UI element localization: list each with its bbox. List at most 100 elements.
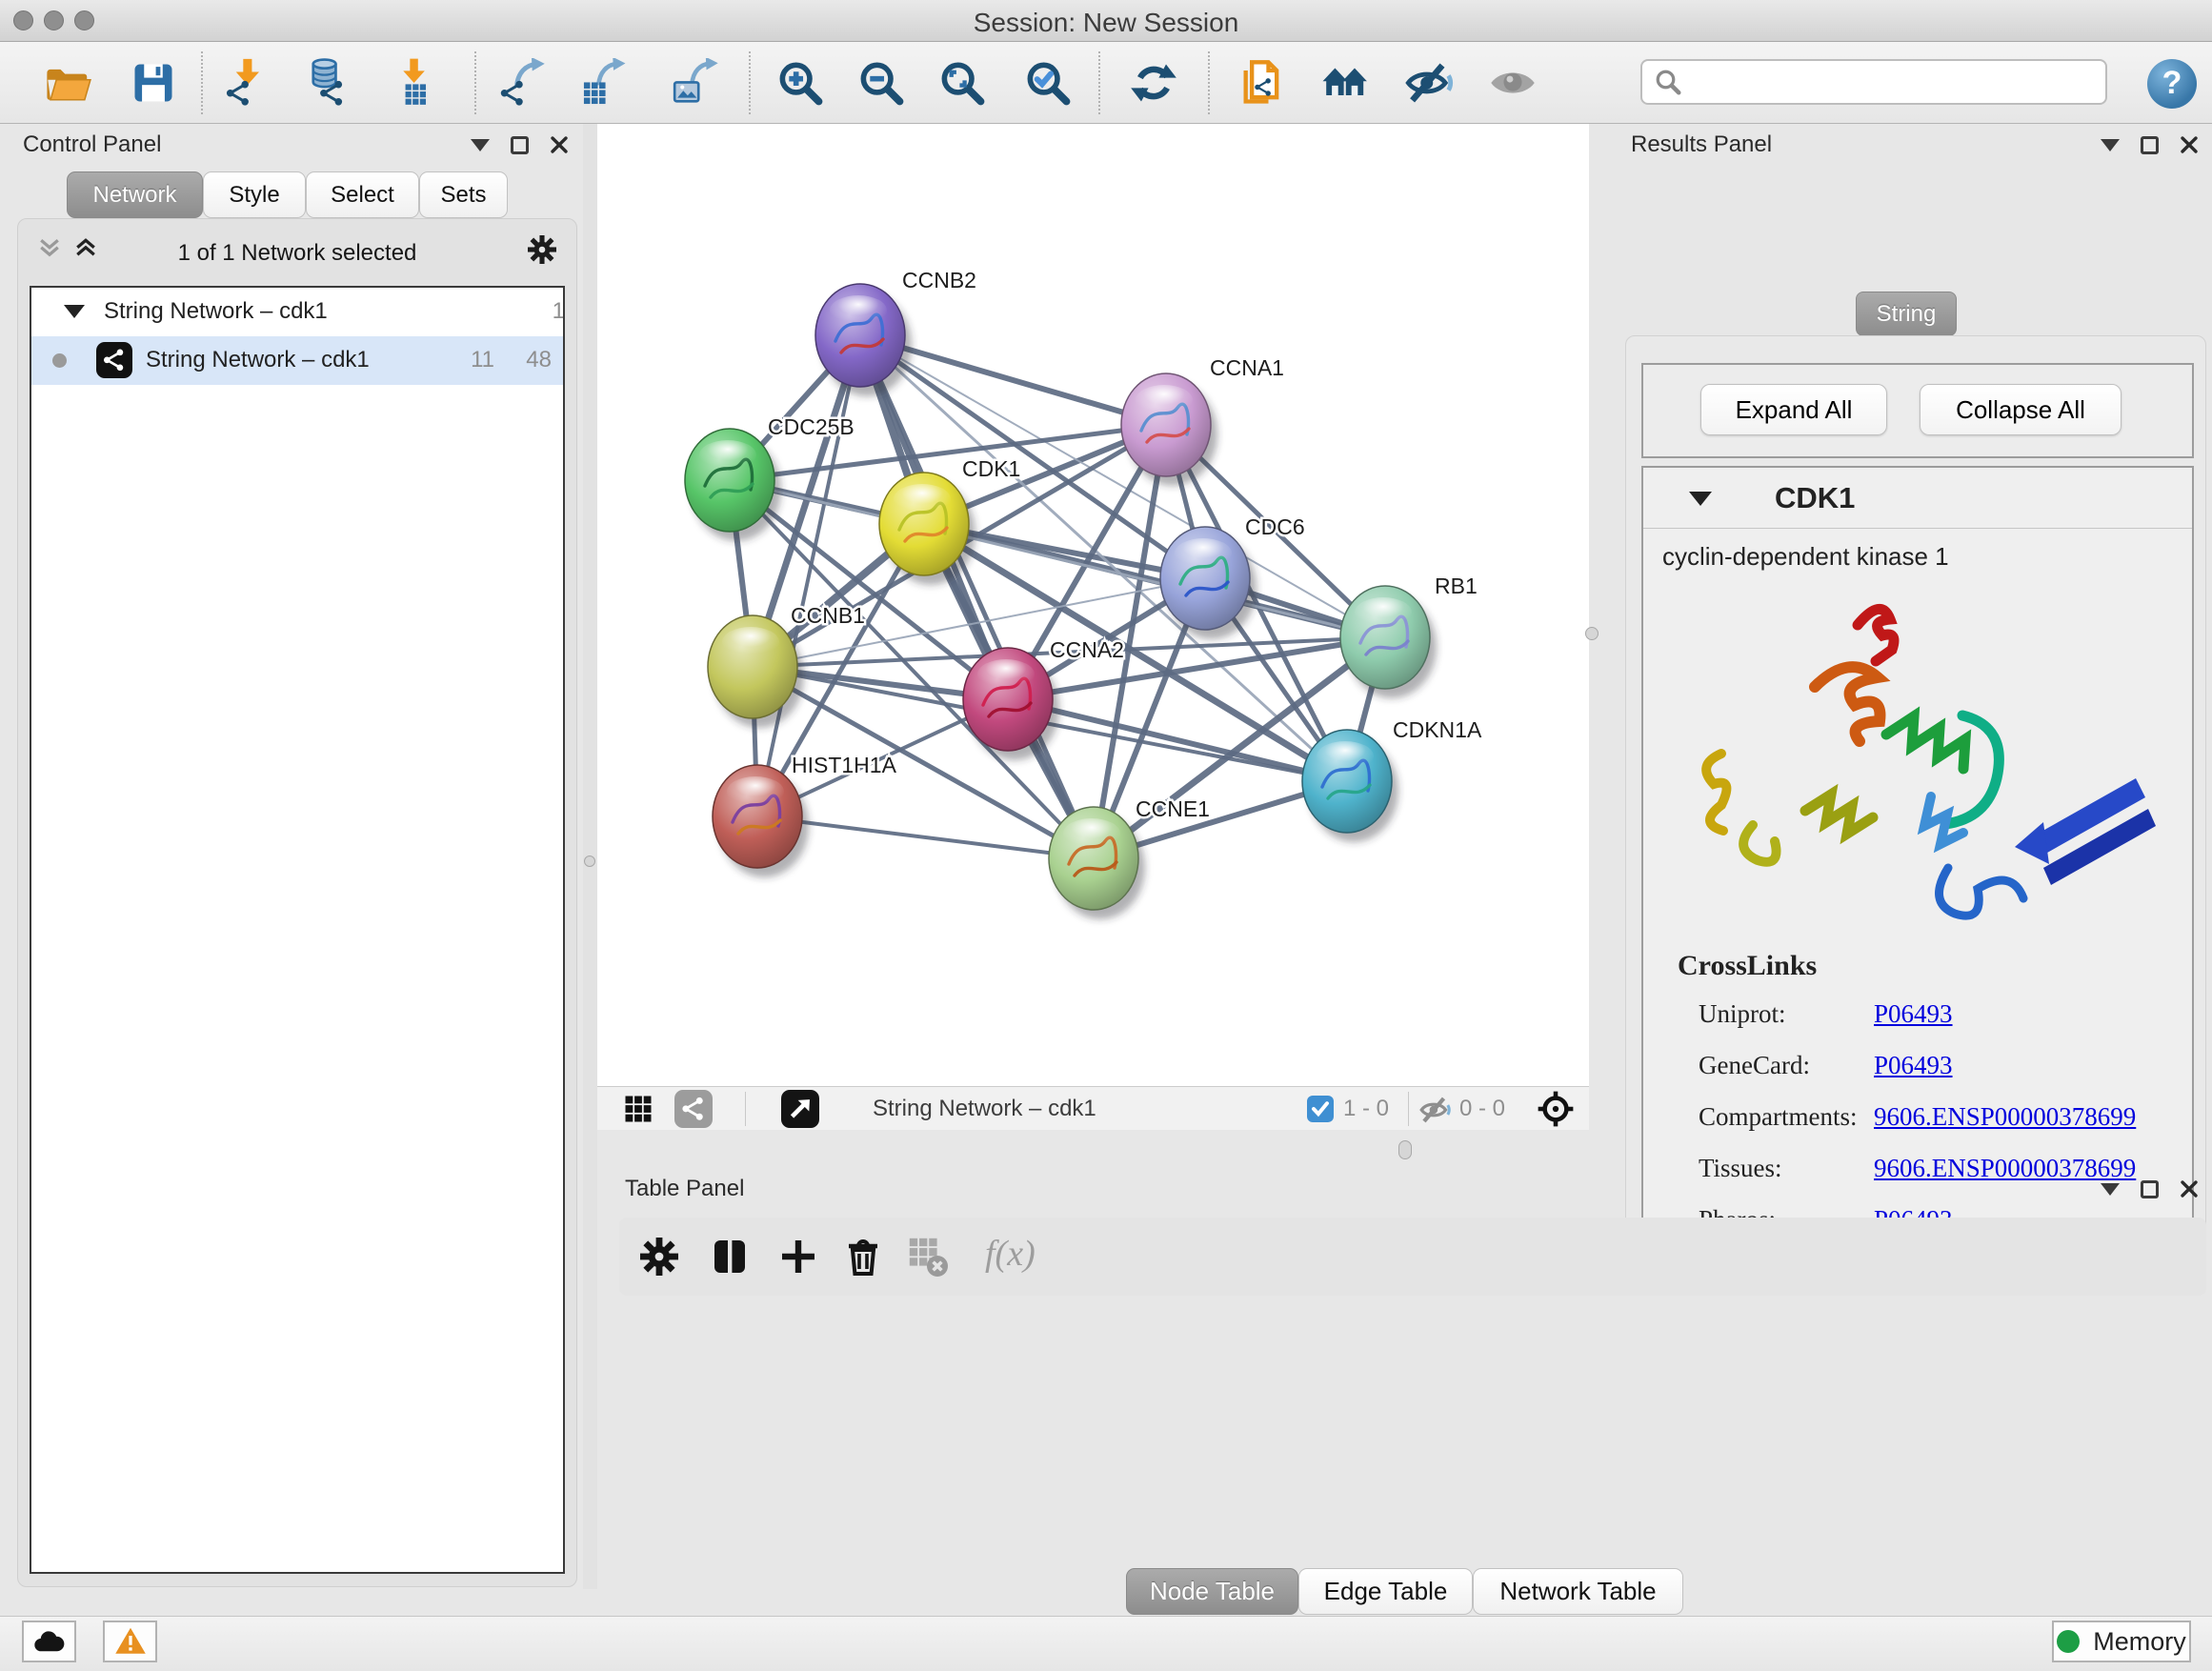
tab-edge-table[interactable]: Edge Table <box>1298 1568 1473 1615</box>
crosslink-link[interactable]: 9606.ENSP00000378699 <box>1874 1102 2136 1132</box>
string-style-button[interactable] <box>674 1090 713 1128</box>
show-selected-button[interactable] <box>1485 55 1540 111</box>
export-image-button[interactable] <box>667 55 722 111</box>
table-settings-gear-icon[interactable] <box>636 1232 686 1281</box>
cloud-status-button[interactable] <box>22 1621 76 1662</box>
import-network-file-button[interactable] <box>219 55 274 111</box>
save-session-button[interactable] <box>126 55 181 111</box>
string-network-icon <box>96 342 132 378</box>
results-panel-menu-icon[interactable] <box>2101 139 2120 151</box>
crosslink-label: Uniprot: <box>1699 999 1786 1029</box>
export-table-button[interactable] <box>575 55 631 111</box>
network-edge-count: 48 <box>508 347 552 373</box>
network-view-toolbar: String Network – cdk1 1 - 0 0 - 0 <box>597 1086 1589 1130</box>
import-table-file-button[interactable] <box>387 55 442 111</box>
warnings-button[interactable] <box>103 1621 157 1662</box>
table-panel: Table Panel f(x) shared namenamecanonica… <box>614 1170 2212 1616</box>
memory-button[interactable]: Memory <box>2052 1621 2191 1662</box>
network-list: String Network – cdk1 1 String Network –… <box>30 286 565 1574</box>
crosshair-icon[interactable] <box>1536 1089 1576 1129</box>
help-glyph: ? <box>2162 65 2182 101</box>
node-label-CCNA1: CCNA1 <box>1210 355 1284 380</box>
delete-column-icon[interactable] <box>840 1232 890 1281</box>
add-column-icon[interactable] <box>775 1232 825 1281</box>
network-selection-summary: 1 of 1 Network selected <box>18 240 576 267</box>
table-panel-float-icon[interactable] <box>2141 1180 2159 1198</box>
results-panel-float-icon[interactable] <box>2141 136 2159 154</box>
zoom-fit-button[interactable] <box>935 55 990 111</box>
home-networks-button[interactable] <box>1318 55 1374 111</box>
gene-symbol: CDK1 <box>1775 481 1855 515</box>
gene-header-row[interactable]: CDK1 <box>1643 468 2192 529</box>
tab-select[interactable]: Select <box>306 171 419 218</box>
refresh-view-button[interactable] <box>1126 55 1181 111</box>
tab-sets[interactable]: Sets <box>419 171 508 218</box>
network-label: String Network – cdk1 <box>146 347 370 373</box>
crosslink-link[interactable]: P06493 <box>1874 999 1953 1029</box>
selected-checkbox[interactable] <box>1307 1096 1334 1122</box>
left-splitter[interactable] <box>583 124 597 1589</box>
node-label-CCNA2: CCNA2 <box>1050 637 1124 662</box>
bottom-splitter[interactable] <box>597 1130 2212 1170</box>
network-collection-row[interactable]: String Network – cdk1 1 <box>31 288 563 336</box>
search-icon <box>1654 68 1682 96</box>
show-columns-icon[interactable] <box>707 1232 756 1281</box>
current-network-dot-icon <box>52 353 67 368</box>
import-network-database-button[interactable] <box>298 55 353 111</box>
cloud-icon <box>31 1623 68 1660</box>
edge-CCNB2-CCNE1[interactable] <box>860 335 1094 858</box>
network-view-canvas[interactable]: CCNB2CCNA1CDC25BCDK1CDC6RB1CCNB1CCNA2CDK… <box>597 124 1589 1086</box>
gene-collapse-icon[interactable] <box>1689 492 1712 506</box>
export-network-button[interactable] <box>495 55 551 111</box>
network-grid-view-icon[interactable] <box>621 1092 655 1126</box>
clone-network-button[interactable] <box>1235 55 1290 111</box>
table-panel-close-icon[interactable] <box>2180 1179 2199 1198</box>
node-CCNA1[interactable] <box>1121 373 1217 486</box>
help-button[interactable]: ? <box>2147 59 2197 109</box>
node-CCNE1[interactable] <box>1049 807 1145 919</box>
node-HIST1H1A[interactable] <box>713 765 809 877</box>
hidden-counts: 0 - 0 <box>1459 1096 1505 1122</box>
edge-CCNB2-HIST1H1A[interactable] <box>757 335 860 816</box>
hidden-eye-slash-icon[interactable] <box>1419 1094 1452 1126</box>
table-panel-menu-icon[interactable] <box>2101 1183 2120 1196</box>
node-CDC25B[interactable] <box>685 429 781 541</box>
window-title: Session: New Session <box>0 8 2212 38</box>
results-panel-close-icon[interactable] <box>2180 135 2199 154</box>
crosslink-row: GeneCard: P06493 <box>1643 1041 2192 1093</box>
main-toolbar: ? <box>0 42 2212 124</box>
zoom-out-button[interactable] <box>854 55 909 111</box>
open-session-button[interactable] <box>39 55 94 111</box>
zoom-in-button[interactable] <box>773 55 828 111</box>
network-options-gear-icon[interactable] <box>525 232 559 267</box>
control-panel-menu-icon[interactable] <box>471 139 490 151</box>
memory-label: Memory <box>2093 1627 2186 1657</box>
selected-counts: 1 - 0 <box>1343 1096 1389 1122</box>
node-CCNA2[interactable] <box>963 648 1059 760</box>
zoom-selected-button[interactable] <box>1020 55 1076 111</box>
crosslink-label: GeneCard: <box>1699 1051 1810 1080</box>
control-panel-close-icon[interactable] <box>550 135 569 154</box>
results-actions-box: Expand All Collapse All <box>1641 363 2194 458</box>
right-splitter[interactable] <box>1589 124 1619 1130</box>
tab-network-table[interactable]: Network Table <box>1473 1568 1683 1615</box>
tab-node-table[interactable]: Node Table <box>1126 1568 1298 1615</box>
expand-all-button[interactable]: Expand All <box>1700 384 1887 435</box>
node-CDK1[interactable] <box>879 473 975 585</box>
node-RB1[interactable] <box>1340 586 1437 698</box>
collapse-all-button[interactable]: Collapse All <box>1920 384 2122 435</box>
node-CDKN1A[interactable] <box>1302 730 1398 842</box>
birdseye-view-button[interactable] <box>781 1090 819 1128</box>
tab-network[interactable]: Network <box>67 171 203 218</box>
tab-style[interactable]: Style <box>203 171 306 218</box>
status-bar: Memory <box>0 1616 2212 1671</box>
control-panel-float-icon[interactable] <box>511 136 529 154</box>
hide-selected-button[interactable] <box>1402 55 1458 111</box>
search-input[interactable] <box>1682 63 2105 101</box>
crosslink-link[interactable]: P06493 <box>1874 1051 1953 1080</box>
network-row[interactable]: String Network – cdk1 11 48 <box>31 336 563 385</box>
tab-string[interactable]: String <box>1856 292 1957 336</box>
node-CCNB2[interactable] <box>815 284 912 396</box>
control-panel: Control Panel NetworkStyleSelectSets 1 o… <box>11 124 583 1589</box>
tree-expander-icon[interactable] <box>64 305 85 318</box>
